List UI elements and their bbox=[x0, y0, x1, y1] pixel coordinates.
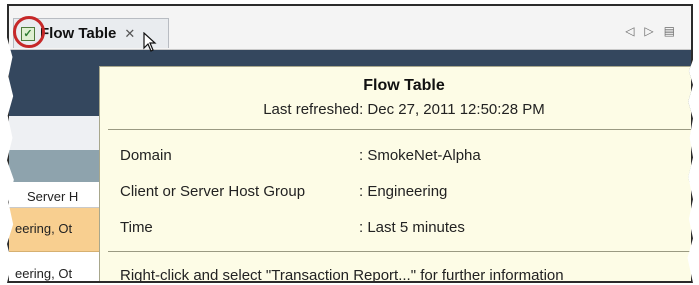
tab-label: Flow Table bbox=[40, 25, 117, 42]
tooltip-row-value: : Engineering bbox=[359, 183, 448, 200]
chevron-right-icon[interactable]: ▷ bbox=[644, 24, 653, 38]
tooltip: Flow Table Last refreshed: Dec 27, 2011 … bbox=[99, 66, 691, 283]
table-row[interactable]: eering, Ot bbox=[9, 252, 109, 281]
column-header-label: Server H bbox=[27, 189, 79, 204]
tooltip-row-key: Domain bbox=[120, 147, 172, 164]
tooltip-last-refreshed: Last refreshed: Dec 27, 2011 12:50:28 PM bbox=[263, 101, 545, 118]
table-row[interactable]: eering, Ot bbox=[9, 208, 109, 252]
table-cell: eering, Ot bbox=[15, 221, 73, 236]
tooltip-row-value: : Last 5 minutes bbox=[359, 219, 465, 236]
highlight-circle bbox=[13, 16, 45, 48]
tooltip-row-key: Client or Server Host Group bbox=[120, 183, 306, 200]
tooltip-footer: Right-click and select "Transaction Repo… bbox=[120, 267, 564, 283]
screenshot-frame: ✓ Flow Table ✕ ◁ ▷ ▤ Server H eering, Ot… bbox=[7, 4, 693, 283]
chevron-left-icon[interactable]: ◁ bbox=[625, 24, 634, 38]
list-menu-icon[interactable]: ▤ bbox=[664, 24, 675, 38]
tab-navigation: ◁ ▷ ▤ bbox=[625, 24, 675, 38]
table-cell: eering, Ot bbox=[15, 266, 73, 281]
tooltip-row-value: : SmokeNet-Alpha bbox=[359, 147, 481, 164]
mouse-pointer-icon bbox=[143, 32, 157, 52]
column-header-server-host[interactable]: Server H bbox=[9, 182, 109, 208]
tooltip-row-key: Time bbox=[120, 219, 153, 236]
tooltip-title: Flow Table bbox=[363, 77, 445, 94]
tooltip-divider bbox=[108, 251, 691, 252]
tab-bar: ✓ Flow Table ✕ ◁ ▷ ▤ bbox=[9, 6, 691, 50]
tooltip-divider bbox=[108, 129, 691, 130]
close-icon[interactable]: ✕ bbox=[124, 26, 135, 42]
